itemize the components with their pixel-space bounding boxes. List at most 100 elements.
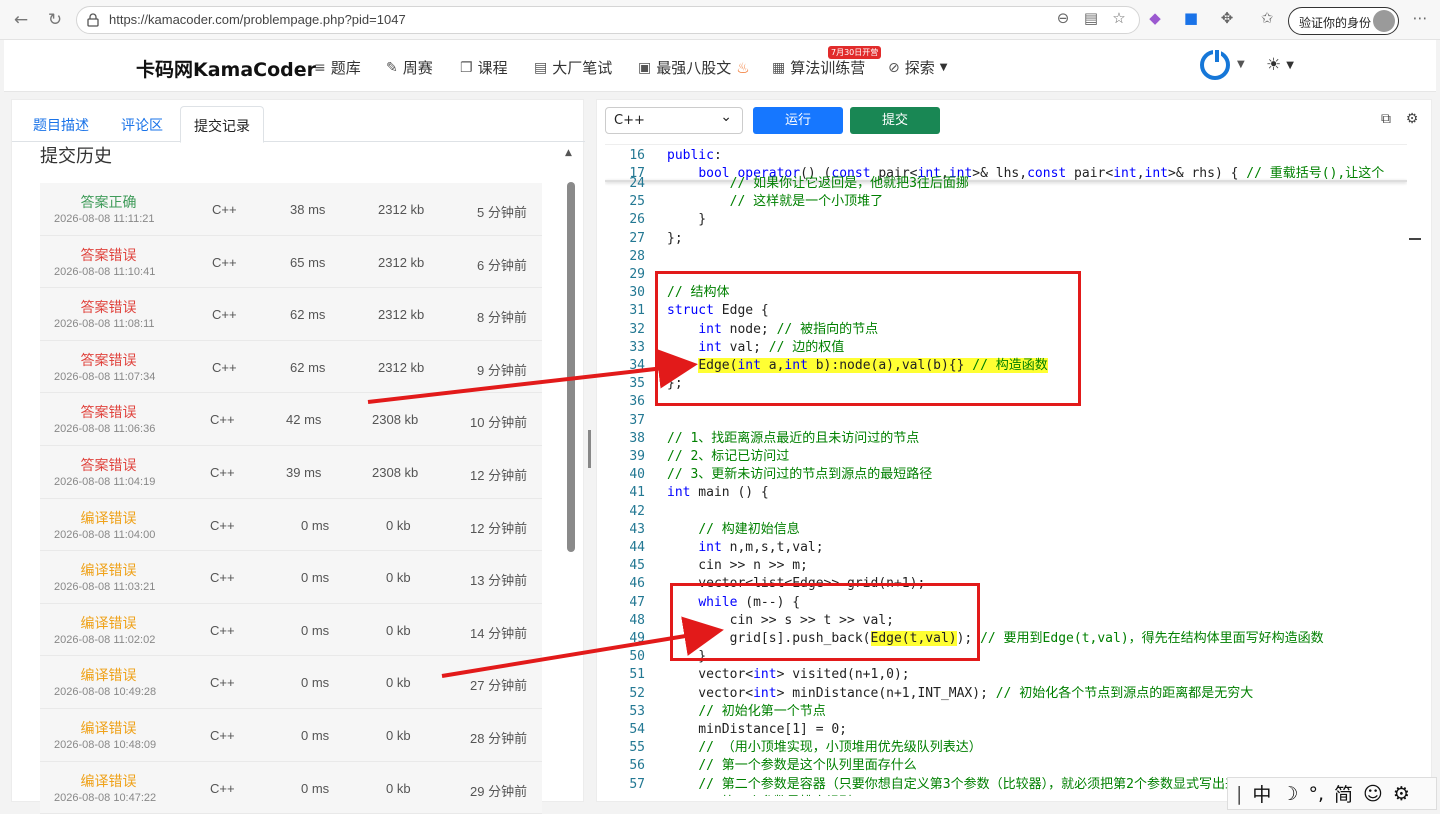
extensions-icon[interactable]: ✥ (1216, 7, 1238, 29)
code-line[interactable]: 42 (605, 503, 1407, 521)
status-label[interactable]: 编译错误 (40, 508, 177, 528)
nav-explore[interactable]: ⊘ 探索 ▼ (888, 57, 947, 78)
code-line[interactable]: 40 // 3、更新未访问过的节点到源点的最短路径 (605, 466, 1407, 484)
table-row[interactable]: 编译错误 2026-08-08 11:02:02 C++ 0 ms 0 kb 14 分钟前 (40, 603, 542, 657)
nav-weekly[interactable]: ✎ 周赛 (386, 57, 433, 78)
nav-problems[interactable]: ≡ 题库 (314, 57, 361, 78)
code-line[interactable]: 54 minDistance[1] = 0; (605, 721, 1407, 739)
user-menu-caret-icon[interactable]: ▼ (1237, 59, 1245, 70)
time-ago-cell: 27 分钟前 (470, 678, 528, 694)
panel-resize-handle[interactable] (588, 430, 591, 468)
ime-toolbar[interactable]: | 中 ☽ °, 简 ☺ ⚙ (1227, 777, 1437, 810)
extension-m-icon[interactable]: ■ (1180, 7, 1202, 29)
tab-description[interactable]: 题目描述 (33, 115, 89, 135)
favorite-icon[interactable]: ☆ (1108, 7, 1130, 29)
code-line[interactable]: 26 } (605, 211, 1407, 229)
status-label[interactable]: 编译错误 (40, 771, 177, 791)
line-number: 37 (629, 412, 645, 428)
table-row[interactable]: 答案错误 2026-08-08 11:06:36 C++ 42 ms 2308 kb 10… (40, 393, 542, 446)
code-line[interactable]: 41 int main () { (605, 484, 1407, 502)
theme-toggle[interactable]: ☀ ▼ (1266, 55, 1294, 75)
tab-submissions[interactable]: 提交记录 (180, 106, 264, 143)
code-line[interactable]: 44 int n,m,s,t,val; (605, 539, 1407, 557)
ime-item[interactable]: ☺ (1363, 783, 1383, 805)
code-text: public: (667, 148, 722, 163)
back-icon[interactable]: ← (10, 9, 32, 31)
site-logo[interactable]: 卡码网KamaCoder (136, 55, 316, 82)
status-label[interactable]: 答案错误 (40, 402, 177, 422)
status-label[interactable]: 答案错误 (40, 350, 177, 370)
code-text: }; (667, 230, 683, 246)
table-row[interactable]: 答案错误 2026-08-08 11:07:34 C++ 62 ms 2312 kb 9 … (40, 340, 542, 394)
code-line[interactable]: 56 // 第一个参数是这个队列里面存什么 (605, 757, 1407, 775)
line-number: 52 (629, 685, 645, 701)
ime-item[interactable]: ☽ (1281, 783, 1298, 805)
table-row[interactable]: 编译错误 2026-08-08 11:04:00 C++ 0 ms 0 kb 12 分钟前 (40, 498, 542, 552)
settings-icon[interactable]: ⚙ (1403, 110, 1421, 128)
table-row[interactable]: 编译错误 2026-08-08 11:03:21 C++ 0 ms 0 kb 13 分钟前 (40, 551, 542, 604)
address-bar[interactable]: https://kamacoder.com/problempage.php?pi… (76, 6, 1140, 34)
run-button[interactable]: 运行 (753, 107, 843, 134)
reader-icon[interactable]: ▤ (1080, 7, 1102, 29)
table-row[interactable]: 答案正确 2026-08-08 11:11:21 C++ 38 ms 2312 kb 5 … (40, 183, 542, 236)
nav-courses[interactable]: ❐ 课程 (460, 57, 508, 78)
book-icon: ▣ (638, 59, 652, 76)
code-line[interactable]: 53 // 初始化第一个节点 (605, 703, 1407, 721)
code-line[interactable]: 55 // （用小顶堆实现，小顶堆用优先级队列表达） (605, 739, 1407, 757)
status-label[interactable]: 编译错误 (40, 665, 177, 685)
code-line[interactable]: 51 vector<int> visited(n+1,0); (605, 666, 1407, 684)
code-line[interactable]: 24 // 如果你让它返回是，他就把3往后面挪 (605, 175, 1407, 193)
language-select[interactable]: C++ (605, 107, 743, 134)
code-line[interactable]: 28 (605, 248, 1407, 266)
language-cell: C++ (212, 359, 237, 375)
line-number: 49 (629, 631, 645, 646)
profile-button[interactable]: 验证你的身份 (1288, 7, 1399, 35)
code-line[interactable]: 27}; (605, 230, 1407, 248)
status-label[interactable]: 答案错误 (40, 455, 177, 475)
favorites-bar-icon[interactable]: ✩ (1256, 7, 1278, 29)
ime-item[interactable]: ⚙ (1393, 783, 1410, 805)
refresh-icon[interactable]: ↻ (44, 9, 66, 31)
ime-item[interactable]: °, (1308, 783, 1324, 805)
code-line[interactable]: 25 // 这样就是一个小顶堆了 (605, 193, 1407, 211)
scrollbar[interactable] (567, 182, 575, 552)
ime-item[interactable]: 简 (1334, 780, 1353, 807)
code-line[interactable]: 16 public: (605, 147, 1407, 165)
status-label[interactable]: 答案正确 (40, 192, 177, 212)
copilot-icon[interactable]: ◆ (1144, 7, 1166, 29)
nav-baguwen[interactable]: ▣ 最强八股文 ♨ (638, 57, 750, 78)
code-line[interactable]: 37 (605, 412, 1407, 430)
ime-handle-icon[interactable]: | (1236, 783, 1242, 805)
status-label[interactable]: 编译错误 (40, 613, 177, 633)
page-title: 提交历史 (40, 146, 112, 167)
ime-item[interactable]: 中 (1252, 780, 1271, 807)
line-number: 34 (629, 358, 645, 373)
table-row[interactable]: 答案错误 2026-08-08 11:10:41 C++ 65 ms 2312 kb 6 … (40, 235, 542, 289)
code-line[interactable]: 45 cin >> n >> m; (605, 557, 1407, 575)
code-icon[interactable]: ⧉ (1377, 110, 1395, 128)
line-number: 42 (629, 503, 645, 519)
code-line[interactable]: 38 // 1、找距离源点最近的且未访问过的节点 (605, 430, 1407, 448)
status-label[interactable]: 答案错误 (40, 245, 177, 265)
code-editor[interactable]: 16 public: 17 bool operator() (const pair<… (605, 144, 1407, 796)
more-icon[interactable]: ⋯ (1409, 7, 1431, 29)
table-row[interactable]: 答案错误 2026-08-08 11:04:19 C++ 39 ms 2308 kb 12… (40, 445, 542, 499)
code-line[interactable]: 39 // 2、标记已访问过 (605, 448, 1407, 466)
tab-comments[interactable]: 评论区 (121, 115, 163, 135)
zoom-icon[interactable]: ⊖ (1052, 7, 1074, 29)
table-row[interactable]: 编译错误 2026-08-08 10:47:22 C++ 0 ms 0 kb 29 分钟前 (40, 761, 542, 814)
table-row[interactable]: 答案错误 2026-08-08 11:08:11 C++ 62 ms 2312 kb 8 … (40, 288, 542, 341)
submit-button[interactable]: 提交 (850, 107, 940, 134)
table-row[interactable]: 编译错误 2026-08-08 10:49:28 C++ 0 ms 0 kb 27 分钟前 (40, 656, 542, 709)
code-line[interactable]: 43 // 构建初始信息 (605, 521, 1407, 539)
table-row[interactable]: 编译错误 2026-08-08 10:48:09 C++ 0 ms 0 kb 28 分钟前 (40, 708, 542, 762)
status-label[interactable]: 编译错误 (40, 560, 177, 580)
power-icon[interactable] (1200, 48, 1230, 80)
nav-exams[interactable]: ▤ 大厂笔试 (534, 57, 612, 78)
code-line[interactable]: 52 vector<int> minDistance(n+1,INT_MAX);… (605, 685, 1407, 703)
status-label[interactable]: 编译错误 (40, 718, 177, 738)
status-label[interactable]: 答案错误 (40, 297, 177, 317)
scroll-up-icon[interactable]: ▲ (565, 148, 572, 158)
nav-camp[interactable]: ▦ 算法训练营 (772, 57, 865, 78)
submit-time: 2026-08-08 11:04:00 (54, 528, 156, 541)
